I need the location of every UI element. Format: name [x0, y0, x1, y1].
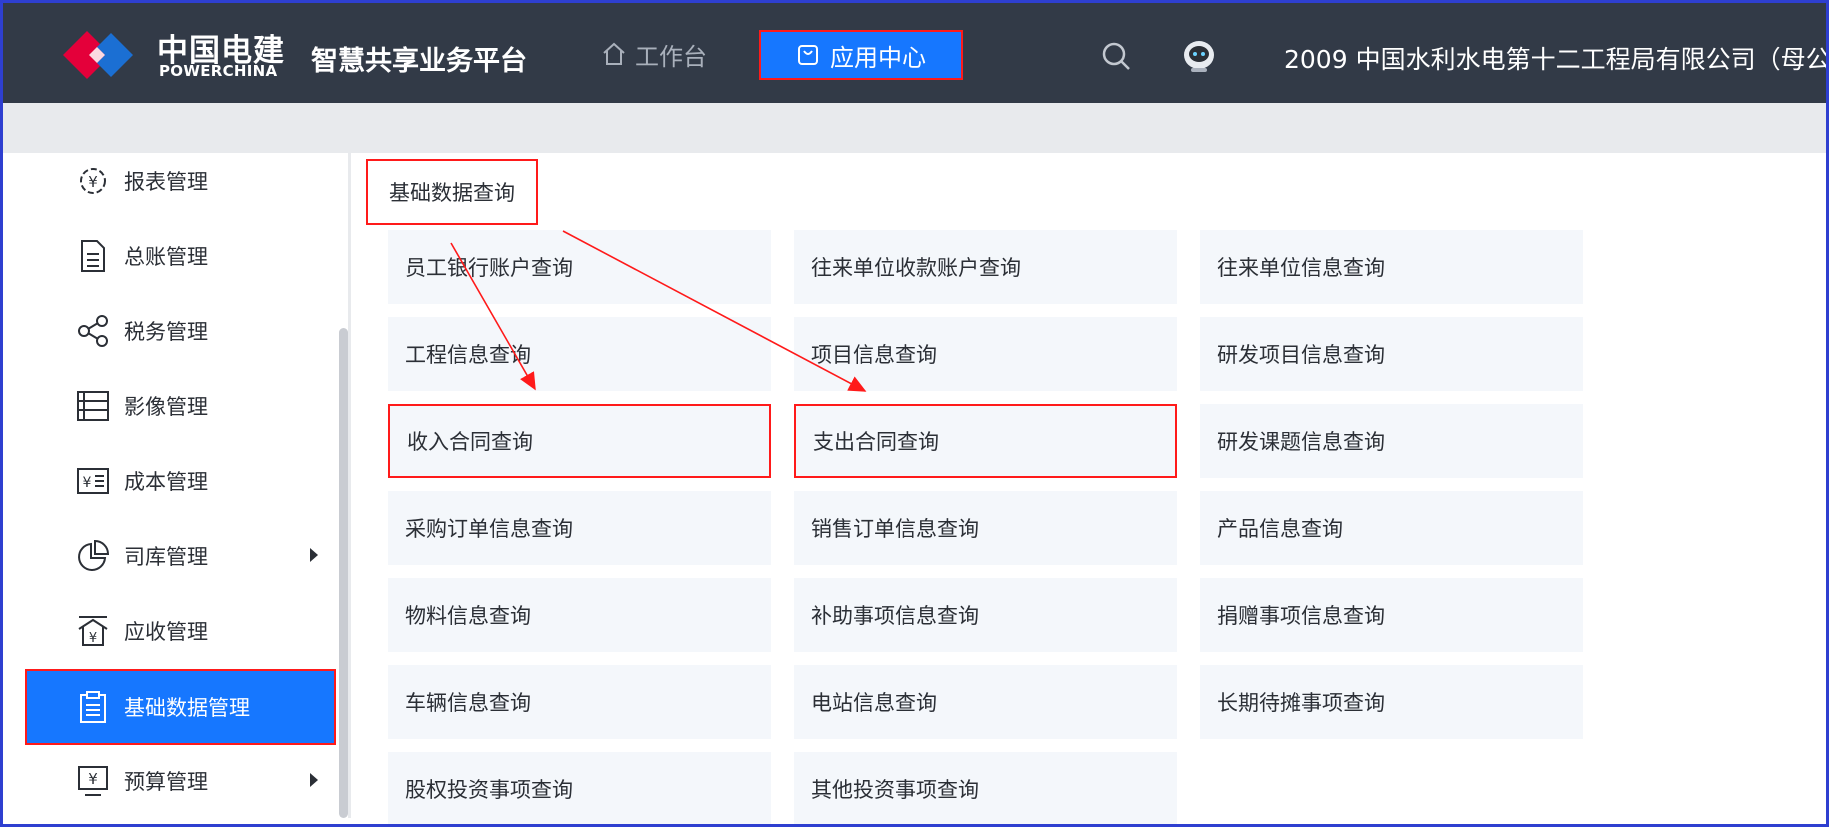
sidebar-item-treasury[interactable]: 司库管理	[27, 522, 334, 590]
section-title: 基础数据查询	[366, 159, 538, 225]
query-card-label: 项目信息查询	[811, 343, 937, 367]
query-card[interactable]: 支出合同查询	[794, 404, 1177, 478]
query-card[interactable]: 研发课题信息查询	[1200, 404, 1583, 478]
sidebar-item-label: 司库管理	[124, 545, 208, 569]
yen-monitor-icon: ¥	[78, 766, 108, 796]
content-header-strip	[3, 103, 1826, 153]
query-card[interactable]: 往来单位信息查询	[1200, 230, 1583, 304]
sidebar-item-label: 成本管理	[124, 470, 208, 494]
query-card-label: 销售订单信息查询	[811, 517, 979, 541]
query-card[interactable]: 研发项目信息查询	[1200, 317, 1583, 391]
query-card[interactable]: 其他投资事项查询	[794, 752, 1177, 824]
logo-english-text: POWERCHINA	[159, 62, 278, 80]
app-center-icon	[798, 45, 818, 65]
sidebar-item-cost[interactable]: ¥ 成本管理	[27, 447, 334, 515]
yen-house-icon: ¥	[78, 616, 108, 646]
query-card[interactable]: 项目信息查询	[794, 317, 1177, 391]
powerchina-logo-icon	[63, 31, 133, 79]
svg-text:¥: ¥	[89, 631, 97, 646]
svg-text:¥: ¥	[88, 173, 98, 191]
query-card[interactable]: 补助事项信息查询	[794, 578, 1177, 652]
yen-gear-icon: ¥	[80, 168, 106, 194]
sidebar-item-budget[interactable]: ¥ 预算管理	[27, 747, 334, 815]
submenu-arrow-icon	[310, 773, 318, 787]
query-card-label: 其他投资事项查询	[811, 778, 979, 802]
query-card-label: 电站信息查询	[811, 691, 937, 715]
search-icon[interactable]	[1099, 39, 1133, 73]
sidebar-item-ledger[interactable]: 总账管理	[27, 222, 334, 290]
sidebar-item-label: 基础数据管理	[124, 696, 250, 720]
query-card-label: 收入合同查询	[407, 430, 533, 454]
query-card[interactable]: 销售订单信息查询	[794, 491, 1177, 565]
nav-workbench-tab[interactable]: 工作台	[601, 35, 707, 73]
query-card[interactable]: 股权投资事项查询	[388, 752, 771, 824]
query-card[interactable]: 采购订单信息查询	[388, 491, 771, 565]
yen-list-icon: ¥	[77, 468, 109, 494]
nav-app-center-tab[interactable]: 应用中心	[759, 30, 963, 80]
sidebar-item-label: 预算管理	[124, 770, 208, 794]
query-card-label: 员工银行账户查询	[405, 256, 573, 280]
query-card-label: 物料信息查询	[405, 604, 531, 628]
query-card[interactable]: 物料信息查询	[388, 578, 771, 652]
query-card-label: 车辆信息查询	[405, 691, 531, 715]
sidebar-item-report[interactable]: ¥ 报表管理	[27, 147, 334, 215]
query-card-label: 支出合同查询	[813, 430, 939, 454]
clipboard-icon	[80, 691, 106, 723]
sidebar-item-label: 应收管理	[124, 620, 208, 644]
query-card[interactable]: 工程信息查询	[388, 317, 771, 391]
document-icon	[81, 240, 105, 272]
top-navigation-bar: 中国电建 POWERCHINA 智慧共享业务平台 工作台 应用中心 2009 中…	[3, 3, 1826, 103]
sidebar-item-tax[interactable]: 税务管理	[27, 297, 334, 365]
query-card-label: 研发课题信息查询	[1217, 430, 1385, 454]
share-icon	[78, 315, 108, 347]
query-card[interactable]: 员工银行账户查询	[388, 230, 771, 304]
sidebar-item-receivable[interactable]: ¥ 应收管理	[27, 597, 334, 665]
query-card-label: 工程信息查询	[405, 343, 531, 367]
query-card-label: 往来单位信息查询	[1217, 256, 1385, 280]
screenshot-frame: 中国电建 POWERCHINA 智慧共享业务平台 工作台 应用中心 2009 中…	[0, 0, 1829, 827]
query-card-label: 采购订单信息查询	[405, 517, 573, 541]
query-card[interactable]: 捐赠事项信息查询	[1200, 578, 1583, 652]
submenu-arrow-icon	[310, 548, 318, 562]
home-icon	[603, 42, 625, 65]
query-card[interactable]: 电站信息查询	[794, 665, 1177, 739]
sidebar-item-basic-data[interactable]: 基础数据管理	[25, 669, 336, 745]
query-card-label: 产品信息查询	[1217, 517, 1343, 541]
sidebar-item-label: 税务管理	[124, 320, 208, 344]
query-card-label: 研发项目信息查询	[1217, 343, 1385, 367]
query-card[interactable]: 产品信息查询	[1200, 491, 1583, 565]
query-card-label: 补助事项信息查询	[811, 604, 979, 628]
user-avatar-icon[interactable]	[1179, 35, 1219, 75]
query-card[interactable]: 车辆信息查询	[388, 665, 771, 739]
nav-app-center-label: 应用中心	[830, 43, 926, 72]
query-card[interactable]: 长期待摊事项查询	[1200, 665, 1583, 739]
query-card-label: 往来单位收款账户查询	[811, 256, 1021, 280]
sidebar-item-label: 报表管理	[124, 170, 208, 194]
pie-chart-icon	[78, 539, 110, 571]
nav-workbench-label: 工作台	[635, 42, 707, 71]
query-card[interactable]: 往来单位收款账户查询	[794, 230, 1177, 304]
sidebar-item-label: 影像管理	[124, 395, 208, 419]
query-card-label: 捐赠事项信息查询	[1217, 604, 1385, 628]
query-card-label: 股权投资事项查询	[405, 778, 573, 802]
sidebar-item-image[interactable]: 影像管理	[27, 372, 334, 440]
sidebar-scrollbar[interactable]	[339, 328, 348, 818]
list-icon	[77, 391, 109, 421]
sidebar-item-label: 总账管理	[124, 245, 208, 269]
platform-title: 智慧共享业务平台	[311, 46, 527, 77]
sidebar-menu: ¥ 报表管理 总账管理 税务管理 影像管理 ¥ 成本管理 司库管理 ¥ 应收管理…	[23, 153, 348, 818]
svg-text:¥: ¥	[88, 770, 98, 788]
company-name[interactable]: 2009 中国水利水电第十二工程局有限公司（母公司	[1284, 40, 1826, 76]
query-card[interactable]: 收入合同查询	[388, 404, 771, 478]
query-card-label: 长期待摊事项查询	[1217, 691, 1385, 715]
svg-text:¥: ¥	[83, 475, 92, 491]
